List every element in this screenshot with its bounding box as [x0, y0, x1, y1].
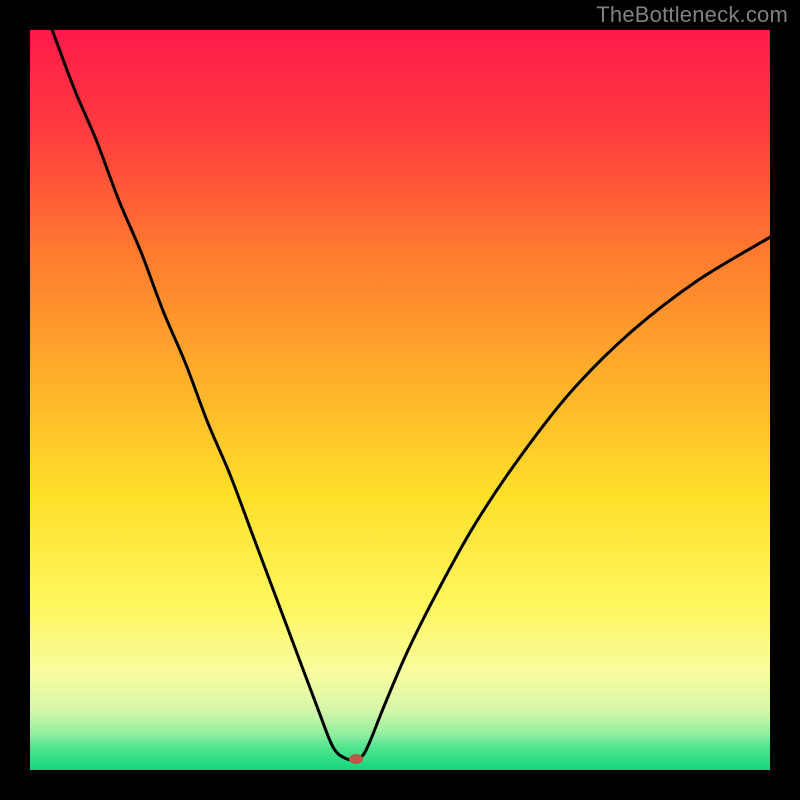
optimum-marker [349, 754, 363, 764]
watermark-text: TheBottleneck.com [596, 2, 788, 28]
plot-area [30, 30, 770, 770]
bottleneck-curve [30, 30, 770, 770]
chart-frame: TheBottleneck.com [0, 0, 800, 800]
